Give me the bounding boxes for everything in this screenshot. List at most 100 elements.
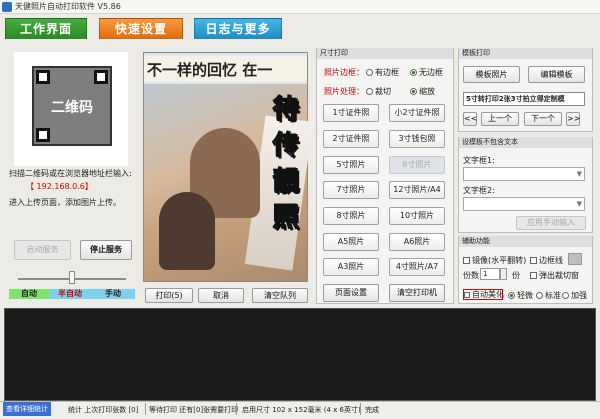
checkbox-icon xyxy=(463,257,470,264)
scan-instructions: 扫描二维码或在浏览器地址栏输入: xyxy=(9,169,132,178)
copies-spinner[interactable] xyxy=(500,268,507,280)
radio-icon xyxy=(366,69,373,76)
group-title: 模板打印 xyxy=(459,48,592,59)
radio-label: 加强 xyxy=(571,291,587,300)
eject-cut-checkbox[interactable]: 弹出裁切窗 xyxy=(530,270,579,281)
ip-address: 【 192.168.0.6】 xyxy=(26,182,93,191)
size-2inch-id-button[interactable]: 2寸证件照 xyxy=(323,130,379,148)
group-title: 辅助功能 xyxy=(459,236,592,247)
next-template-button[interactable]: 下一个 xyxy=(524,112,562,126)
radio-border-on[interactable]: 有边框 xyxy=(366,67,399,78)
print-button[interactable]: 打印(5) xyxy=(145,288,193,303)
radio-light[interactable]: 轻微 xyxy=(508,290,533,301)
status-stats: 统计 上次打印张数 [0] xyxy=(68,406,139,414)
page-setup-button[interactable]: 页面设置 xyxy=(323,284,379,302)
mirror-checkbox[interactable]: 镜像(水平翻转) xyxy=(463,255,526,266)
qr-label: 二维码 xyxy=(51,100,93,116)
photo-person xyxy=(159,192,215,270)
cancel-button[interactable]: 取消 xyxy=(198,288,244,303)
checkbox-icon xyxy=(530,257,537,264)
checkbox-label: 边框线 xyxy=(539,256,563,265)
status-done: 完成 xyxy=(365,406,379,414)
radio-label: 裁切 xyxy=(375,87,391,96)
text-field1-label: 文字框1: xyxy=(463,156,495,165)
checkbox-label: 自动美化 xyxy=(472,290,504,299)
photo-vertical-text: 待传靓照 xyxy=(270,92,302,236)
size-10inch-button[interactable]: 10寸照片 xyxy=(389,207,445,225)
copies-unit: 份 xyxy=(512,271,520,280)
size-12inch-a4-button[interactable]: 12寸照片/A4 xyxy=(389,181,445,199)
size-a6-button[interactable]: A6照片 xyxy=(389,233,445,251)
status-separator xyxy=(236,403,237,415)
radio-icon xyxy=(508,292,515,299)
checkbox-label: 弹出裁切窗 xyxy=(539,271,579,280)
size-3inch-wallet-button[interactable]: 3寸钱包照 xyxy=(389,130,445,148)
tab-quick-settings[interactable]: 快速设置 xyxy=(99,18,183,39)
auto-beauty-checkbox[interactable]: 自动美化 xyxy=(463,289,504,300)
apply-manual-input-button[interactable]: 应用手动输入 xyxy=(516,216,586,230)
size-7inch-button[interactable]: 7寸照片 xyxy=(323,181,379,199)
first-template-button[interactable]: << xyxy=(463,112,477,126)
border-color-swatch[interactable] xyxy=(568,253,582,265)
photo-vertical-char: 待 xyxy=(272,95,299,126)
template-select[interactable]: 5寸转打印2张3寸拍立得定制模 xyxy=(463,92,585,106)
checkbox-label: 镜像(水平翻转) xyxy=(472,256,527,265)
size-small2inch-id-button[interactable]: 小2寸证件照 xyxy=(389,104,445,122)
checkbox-icon xyxy=(530,272,537,279)
mode-manual-label: 手动 xyxy=(91,289,135,299)
clear-queue-button[interactable]: 清空队列 xyxy=(252,288,308,303)
radio-icon xyxy=(366,88,373,95)
view-stats-button[interactable]: 查看详细统计 xyxy=(3,402,51,416)
template-photo-button[interactable]: 模板照片 xyxy=(463,66,520,83)
mode-bar: 自动 半自动 手动 xyxy=(9,289,135,299)
checkbox-icon xyxy=(464,291,470,298)
radio-standard[interactable]: 标准 xyxy=(536,290,561,301)
start-service-button[interactable]: 启动服务 xyxy=(14,240,71,260)
qr-corner xyxy=(94,70,108,84)
size-a5-button[interactable]: A5照片 xyxy=(323,233,379,251)
mode-auto-label: 自动 xyxy=(9,289,49,299)
radio-scale[interactable]: 缩放 xyxy=(410,86,435,97)
qr-corner xyxy=(36,70,50,84)
clear-printer-button[interactable]: 清空打印机 xyxy=(389,284,445,302)
app-icon xyxy=(2,2,12,12)
text-field2-combo[interactable]: ▼ xyxy=(463,197,585,211)
process-label: 照片处理： xyxy=(324,87,364,96)
photo-vertical-char: 照 xyxy=(272,203,299,234)
prev-template-button[interactable]: 上一个 xyxy=(481,112,519,126)
mode-semi-auto-label: 半自动 xyxy=(49,289,91,299)
edit-template-button[interactable]: 编辑模板 xyxy=(528,66,585,83)
chevron-down-icon: ▼ xyxy=(576,170,582,178)
size-6inch-button[interactable]: 6寸照片 xyxy=(389,156,445,174)
status-separator xyxy=(360,403,361,415)
last-template-button[interactable]: >> xyxy=(566,112,580,126)
status-size: 启用尺寸 102 x 152毫米 (4 x 6英寸) xyxy=(242,406,361,414)
size-4inch-a7-button[interactable]: 4寸照片/A7 xyxy=(389,258,445,276)
status-separator xyxy=(145,403,146,415)
text-field1-combo[interactable]: ▼ xyxy=(463,167,585,181)
stop-service-button[interactable]: 停止服务 xyxy=(80,240,132,260)
size-5inch-button[interactable]: 5寸照片 xyxy=(323,156,379,174)
copies-input[interactable]: 1 xyxy=(480,268,500,280)
radio-border-off[interactable]: 无边框 xyxy=(410,67,443,78)
group-title: 尺寸打印 xyxy=(317,48,453,59)
size-a3-button[interactable]: A3照片 xyxy=(323,258,379,276)
border-label: 照片边框： xyxy=(324,68,364,77)
radio-label: 轻微 xyxy=(517,291,533,300)
size-1inch-id-button[interactable]: 1寸证件照 xyxy=(323,104,379,122)
photo-vertical-char: 靓 xyxy=(272,167,299,198)
log-console xyxy=(4,308,596,401)
radio-icon xyxy=(410,88,417,95)
border-line-checkbox[interactable]: 边框线 xyxy=(530,255,563,266)
tab-work[interactable]: 工作界面 xyxy=(5,18,87,39)
size-8inch-button[interactable]: 8寸照片 xyxy=(323,207,379,225)
tab-log-more[interactable]: 日志与更多 xyxy=(194,18,282,39)
upload-instructions: 进入上传页面，添加图片上传。 xyxy=(9,198,121,207)
mode-slider-thumb[interactable] xyxy=(69,271,75,284)
radio-crop[interactable]: 裁切 xyxy=(366,86,391,97)
text-field2-label: 文字框2: xyxy=(463,186,495,195)
radio-strong[interactable]: 加强 xyxy=(562,290,587,301)
radio-icon xyxy=(410,69,417,76)
window-title: 天健照片自动打印软件 V5.86 xyxy=(15,2,121,11)
radio-icon xyxy=(536,292,543,299)
